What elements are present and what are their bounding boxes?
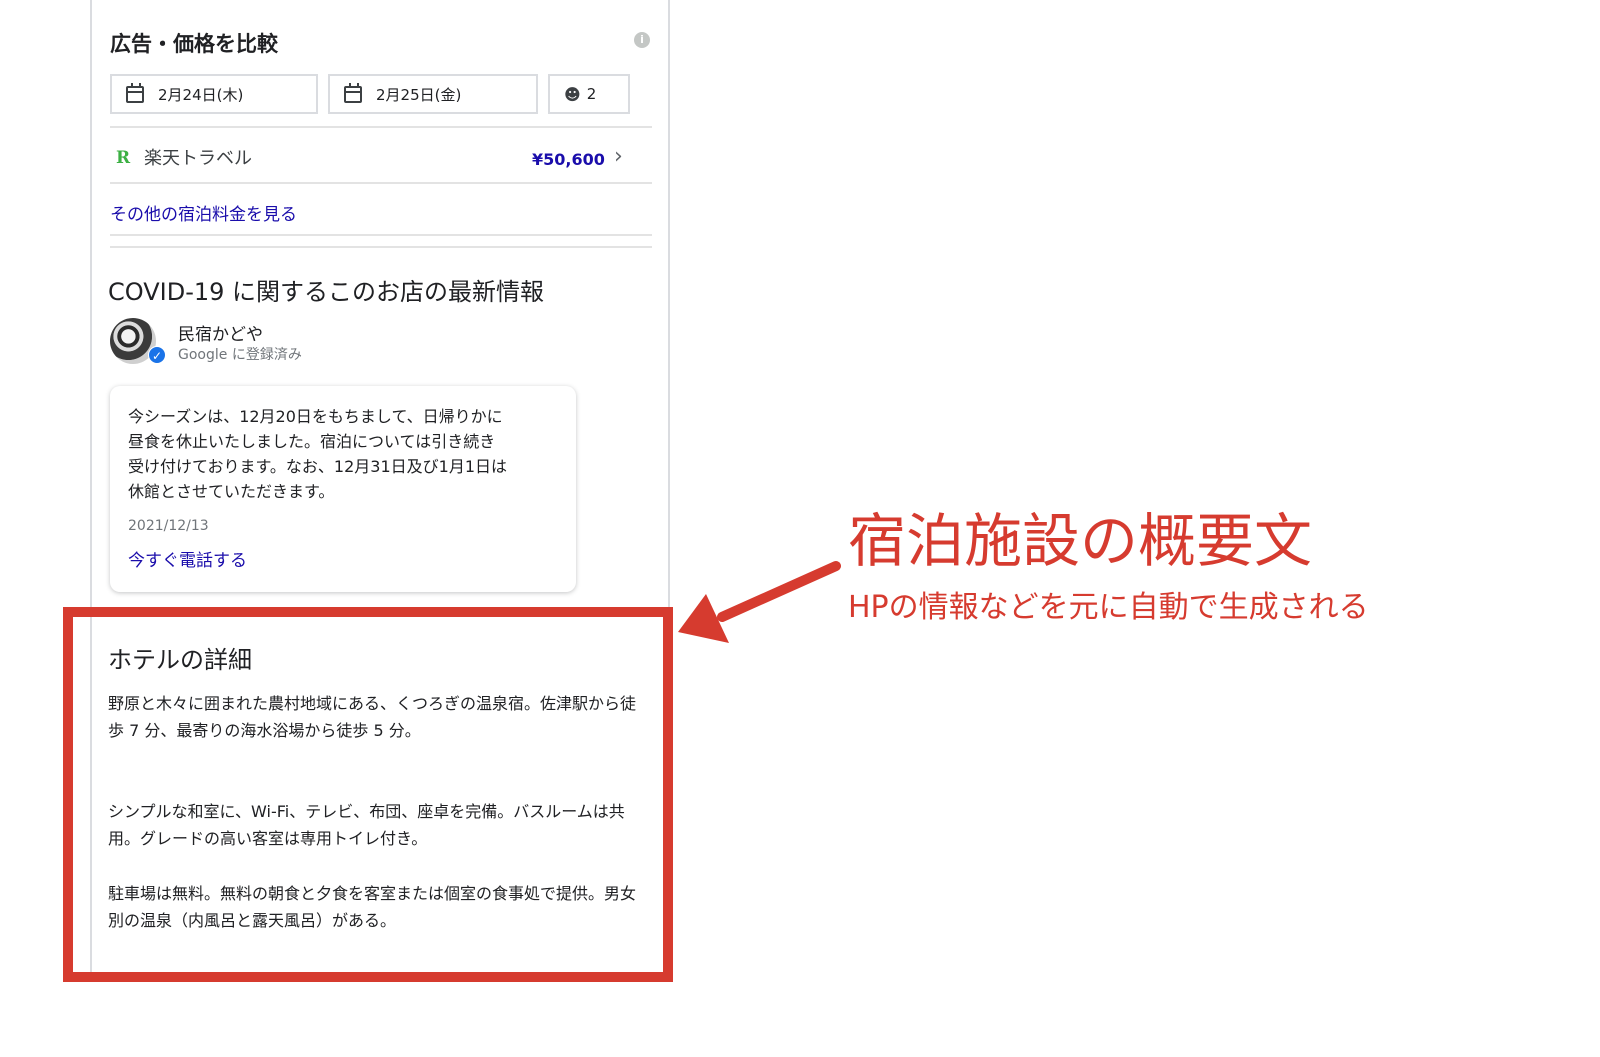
annotation-title: 宿泊施設の概要文 <box>848 507 1313 575</box>
annotation-arrow <box>678 561 841 643</box>
annotation-subtitle: HPの情報などを元に自動で生成される <box>848 590 1369 625</box>
